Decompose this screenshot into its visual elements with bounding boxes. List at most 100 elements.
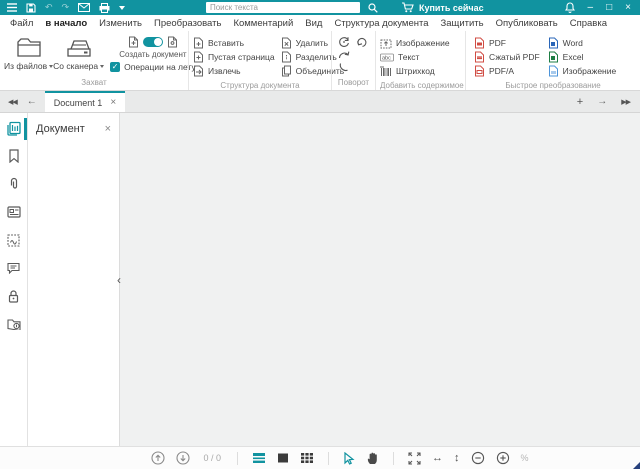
from-scanner-button[interactable]: Со сканера	[53, 34, 104, 77]
blank-page-button[interactable]: Пустая страница	[193, 50, 275, 64]
send-email-icon[interactable]	[78, 0, 90, 15]
document-tab-label: Document 1	[54, 98, 103, 108]
on-the-fly-checkbox[interactable]: ✓ Операции на лету	[110, 62, 196, 72]
add-image-button[interactable]: Изображение	[380, 36, 450, 50]
menu-convert[interactable]: Преобразовать	[154, 18, 221, 29]
panel-collapse-chevron-icon[interactable]: ‹	[117, 273, 121, 287]
redo-icon[interactable]: ↷	[62, 0, 70, 15]
document-tab-bar: ◀◀ ← Document 1 × + → ▶▶	[0, 91, 640, 113]
maximize-button[interactable]: □	[606, 0, 612, 15]
left-sidebar	[0, 113, 28, 446]
menu-home[interactable]: в начало	[45, 18, 87, 29]
menu-help[interactable]: Справка	[570, 18, 607, 29]
divider	[328, 452, 329, 465]
convert-word-button[interactable]: Word	[548, 36, 617, 50]
create-document-toggle[interactable]	[143, 37, 163, 47]
select-tool-button[interactable]	[343, 452, 355, 465]
create-document-label: Создать документ	[119, 50, 186, 59]
pages-panel-icon[interactable]	[6, 120, 22, 136]
print-icon[interactable]	[99, 0, 110, 15]
hand-tool-button[interactable]	[366, 451, 379, 465]
convert-image-button[interactable]: Изображение	[548, 64, 617, 78]
insert-button[interactable]: Вставить	[193, 36, 275, 50]
tab-close-icon[interactable]: ×	[110, 97, 116, 108]
panel-close-icon[interactable]: ×	[105, 123, 111, 135]
signature-panel-icon[interactable]	[6, 232, 22, 248]
convert-pdf-button[interactable]: PDF	[474, 36, 540, 50]
group-rotate: Поворот	[331, 31, 375, 90]
convert-compressed-pdf-button[interactable]: Сжатый PDF	[474, 50, 540, 64]
toolbar-options-chevron-icon[interactable]	[119, 0, 125, 15]
group-quick-convert: PDF Сжатый PDF PDF/A Word	[465, 31, 640, 90]
ribbon-tabs: Файл в начало Изменить Преобразовать Ком…	[0, 15, 640, 31]
close-button[interactable]: ×	[625, 0, 631, 15]
extract-button[interactable]: Извлечь	[193, 64, 275, 78]
svg-text:abc: abc	[382, 55, 391, 61]
single-page-view-button[interactable]	[277, 452, 289, 464]
menu-edit[interactable]: Изменить	[99, 18, 142, 29]
menu-publish[interactable]: Опубликовать	[496, 18, 558, 29]
rotate-right-icon[interactable]	[338, 49, 350, 61]
page-indicator: 0 / 0	[203, 453, 221, 463]
active-panel-indicator	[24, 118, 27, 140]
new-tab-button[interactable]: +	[577, 96, 583, 108]
divider	[237, 452, 238, 465]
bookmarks-panel-icon[interactable]	[6, 148, 22, 164]
buy-now-button[interactable]: Купить сейчас	[401, 0, 484, 15]
on-the-fly-label: Операции на лету	[124, 62, 196, 72]
rotate-clockwise-icon[interactable]	[338, 36, 350, 48]
tab-scroll-left-button[interactable]: ←	[27, 96, 37, 107]
window-resize-grip[interactable]	[633, 462, 640, 469]
rotate-counterclockwise-icon[interactable]	[356, 36, 368, 48]
form-fields-panel-icon[interactable]	[6, 204, 22, 220]
document-properties-panel-icon[interactable]	[6, 316, 22, 332]
convert-pdfa-button[interactable]: PDF/A	[474, 64, 540, 78]
previous-page-button[interactable]	[151, 451, 165, 465]
insert-label: Вставить	[208, 38, 244, 48]
group-capture: Из файлов Со сканера Создать документ ✓	[0, 31, 188, 90]
tab-scroll-first-button[interactable]: ◀◀	[8, 98, 17, 106]
search-icon[interactable]	[368, 0, 378, 15]
undo-icon[interactable]: ↶	[45, 0, 53, 15]
menu-protect[interactable]: Защитить	[441, 18, 484, 29]
continuous-view-button[interactable]	[252, 452, 266, 464]
convert-compressed-pdf-label: Сжатый PDF	[489, 52, 540, 62]
notifications-bell-icon[interactable]	[565, 0, 575, 15]
fit-height-button[interactable]: ↕	[454, 452, 460, 464]
document-panel: Документ × ‹	[28, 113, 120, 446]
fullscreen-button[interactable]	[408, 452, 421, 465]
menu-view[interactable]: Вид	[305, 18, 322, 29]
attachments-panel-icon[interactable]	[6, 176, 22, 192]
tab-scroll-right-button[interactable]: →	[597, 96, 607, 107]
hamburger-menu-icon[interactable]	[7, 0, 17, 15]
from-scanner-label: Со сканера	[53, 61, 98, 71]
zoom-percent-label: %	[521, 453, 529, 463]
security-panel-icon[interactable]	[6, 288, 22, 304]
minimize-button[interactable]: –	[588, 0, 594, 15]
search-area	[206, 0, 378, 15]
blank-page-label: Пустая страница	[208, 52, 275, 62]
convert-excel-label: Excel	[563, 52, 584, 62]
search-input[interactable]	[206, 2, 360, 13]
document-tab[interactable]: Document 1 ×	[45, 91, 125, 112]
from-files-button[interactable]: Из файлов	[4, 34, 53, 77]
comments-panel-icon[interactable]	[6, 260, 22, 276]
menu-file[interactable]: Файл	[10, 18, 33, 29]
zoom-out-button[interactable]	[471, 451, 485, 465]
add-text-button[interactable]: abc Текст	[380, 50, 450, 64]
rotate-arc-icon[interactable]	[338, 62, 350, 72]
fit-width-button[interactable]: ↔	[432, 452, 443, 464]
zoom-in-button[interactable]	[496, 451, 510, 465]
save-icon[interactable]	[26, 0, 36, 15]
group-add-content: Изображение abc Текст Штрихкод Добавить …	[375, 31, 465, 90]
convert-excel-button[interactable]: Excel	[548, 50, 617, 64]
thumbnail-grid-view-button[interactable]	[300, 452, 314, 464]
tab-scroll-last-button[interactable]: ▶▶	[621, 98, 630, 106]
add-image-label: Изображение	[396, 38, 450, 48]
convert-word-label: Word	[563, 38, 583, 48]
title-bar: ↶ ↷ Купить сейчас – □ ×	[0, 0, 640, 15]
next-page-button[interactable]	[176, 451, 190, 465]
menu-comment[interactable]: Комментарий	[233, 18, 293, 29]
add-barcode-button[interactable]: Штрихкод	[380, 64, 450, 78]
menu-doc-structure[interactable]: Структура документа	[334, 18, 428, 29]
